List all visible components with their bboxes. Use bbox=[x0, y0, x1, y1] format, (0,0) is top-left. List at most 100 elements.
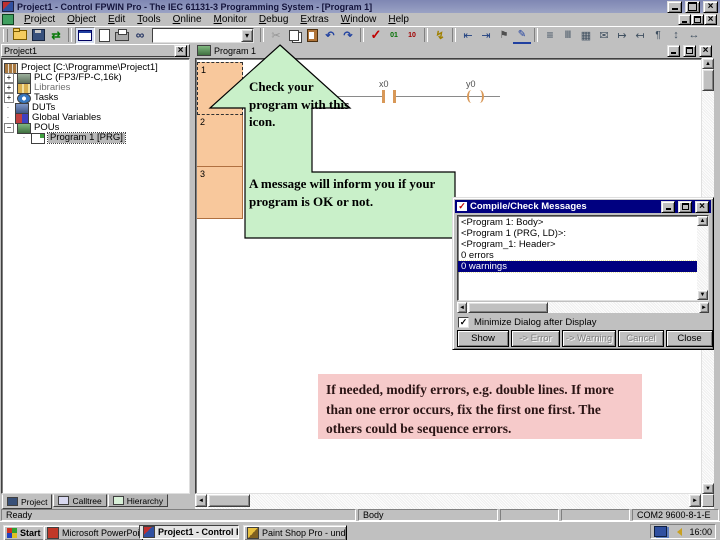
scroll-down-icon[interactable] bbox=[702, 483, 714, 494]
document-icon[interactable] bbox=[2, 14, 14, 25]
menu-debug[interactable]: Debug bbox=[253, 13, 294, 26]
entry-combobox-input[interactable] bbox=[153, 28, 241, 42]
check-program-icon[interactable] bbox=[367, 28, 385, 43]
close-button[interactable] bbox=[703, 0, 718, 13]
child-minimize-button[interactable] bbox=[678, 14, 691, 25]
message-line-selected[interactable]: 0 warnings bbox=[458, 260, 698, 273]
save-project-icon[interactable] bbox=[29, 28, 47, 43]
comments-icon[interactable] bbox=[649, 28, 667, 43]
maximize-button[interactable] bbox=[685, 0, 700, 13]
menu-monitor[interactable]: Monitor bbox=[208, 13, 253, 26]
menu-online[interactable]: Online bbox=[167, 13, 208, 26]
minimize-dialog-option[interactable]: Minimize Dialog after Display bbox=[458, 317, 596, 328]
start-button[interactable]: Start bbox=[3, 525, 47, 540]
edit-mode-icon[interactable] bbox=[513, 27, 531, 44]
import-export-icon[interactable] bbox=[47, 28, 65, 43]
copy-icon[interactable] bbox=[285, 28, 303, 43]
next-network-icon[interactable] bbox=[613, 28, 631, 43]
collapse-icon[interactable] bbox=[4, 123, 14, 133]
horizontal-scroll-thumb[interactable] bbox=[208, 494, 250, 507]
taskbar-item-fpwin-active[interactable]: Project1 - Control FP... bbox=[139, 525, 239, 539]
tree-item-plc[interactable]: PLC (FP3/FP-C,16k) bbox=[4, 72, 187, 84]
fit-height-icon[interactable] bbox=[667, 28, 685, 43]
tab-project[interactable]: Project bbox=[2, 494, 53, 509]
columns-icon[interactable] bbox=[559, 28, 577, 43]
menu-extras[interactable]: Extras bbox=[294, 13, 334, 26]
messages-vertical-scrollbar[interactable] bbox=[697, 216, 708, 300]
compile-all-icon[interactable] bbox=[403, 28, 421, 43]
paste-icon[interactable] bbox=[303, 28, 321, 43]
network-list-icon[interactable] bbox=[541, 28, 559, 43]
scroll-up-icon[interactable] bbox=[702, 58, 714, 69]
scroll-right-icon[interactable] bbox=[699, 302, 709, 313]
message-line[interactable]: 0 errors bbox=[458, 250, 697, 261]
checkbox-checked-icon[interactable] bbox=[458, 317, 469, 328]
expand-icon[interactable] bbox=[4, 73, 14, 83]
scroll-left-icon[interactable] bbox=[195, 494, 207, 507]
child-close-button[interactable] bbox=[704, 14, 717, 25]
previous-network-icon[interactable] bbox=[631, 28, 649, 43]
message-line[interactable]: <Program_1: Header> bbox=[458, 239, 697, 250]
outdent-icon[interactable] bbox=[459, 28, 477, 43]
horizontal-scrollbar[interactable] bbox=[195, 494, 714, 509]
redo-icon[interactable] bbox=[339, 28, 357, 43]
menu-project[interactable]: Project bbox=[18, 13, 61, 26]
child-restore-button[interactable] bbox=[691, 14, 704, 25]
goto-error-button[interactable]: -> Error bbox=[511, 330, 560, 347]
dialog-close-button[interactable] bbox=[695, 200, 709, 213]
new-document-icon[interactable] bbox=[95, 28, 113, 43]
toolbar-grip[interactable] bbox=[3, 28, 8, 42]
navigator-close-button[interactable] bbox=[174, 44, 187, 57]
volume-tray-icon[interactable] bbox=[673, 527, 682, 536]
coil-label[interactable]: y0 bbox=[466, 79, 476, 89]
cancel-button[interactable]: Cancel bbox=[618, 330, 664, 347]
editor-close-button[interactable] bbox=[699, 44, 712, 57]
find-icon[interactable] bbox=[131, 28, 149, 43]
taskbar-item-powerpoint[interactable]: Microsoft PowerPoint - [1... bbox=[43, 525, 143, 540]
messages-horizontal-scrollbar[interactable] bbox=[457, 302, 709, 313]
bookmark-flag-icon[interactable] bbox=[495, 28, 513, 43]
entry-combobox[interactable] bbox=[152, 27, 254, 43]
messages-list[interactable]: <Program 1: Body> <Program 1 (PRG, LD)>:… bbox=[457, 215, 709, 301]
dialog-title-bar[interactable]: ✓ Compile/Check Messages bbox=[455, 200, 711, 213]
menu-help[interactable]: Help bbox=[382, 13, 415, 26]
print-icon[interactable] bbox=[113, 28, 131, 43]
scroll-left-icon[interactable] bbox=[457, 302, 467, 313]
fit-width-icon[interactable] bbox=[685, 28, 703, 43]
open-project-icon[interactable] bbox=[11, 28, 29, 43]
compile-program-icon[interactable] bbox=[385, 28, 403, 43]
vertical-scroll-thumb[interactable] bbox=[702, 69, 714, 91]
grid-icon[interactable] bbox=[577, 28, 595, 43]
menu-edit[interactable]: Edit bbox=[102, 13, 131, 26]
show-button[interactable]: Show bbox=[457, 330, 509, 347]
tree-item-global-variables[interactable]: · Global Variables bbox=[4, 112, 187, 124]
dialog-maximize-button[interactable] bbox=[678, 200, 692, 213]
message-line[interactable]: <Program 1: Body> bbox=[458, 217, 697, 228]
menu-window[interactable]: Window bbox=[335, 13, 383, 26]
taskbar-item-paintshop[interactable]: Paint Shop Pro - und8... bbox=[243, 525, 347, 540]
minimize-button[interactable] bbox=[667, 0, 682, 13]
indent-icon[interactable] bbox=[477, 28, 495, 43]
editor-minimize-button[interactable] bbox=[667, 44, 680, 57]
tab-hierarchy[interactable]: Hierarchy bbox=[107, 494, 169, 507]
scroll-right-icon[interactable] bbox=[689, 494, 701, 507]
tree-item-libraries[interactable]: Libraries bbox=[4, 82, 187, 94]
menu-tools[interactable]: Tools bbox=[131, 13, 166, 26]
expand-icon[interactable] bbox=[4, 83, 14, 93]
scroll-down-icon[interactable] bbox=[697, 290, 708, 300]
dialog-minimize-button[interactable] bbox=[661, 200, 675, 213]
wizard-icon[interactable] bbox=[431, 28, 449, 43]
cut-icon[interactable] bbox=[267, 28, 285, 43]
scroll-up-icon[interactable] bbox=[697, 216, 708, 226]
undo-icon[interactable] bbox=[321, 28, 339, 43]
menu-object[interactable]: Object bbox=[61, 13, 102, 26]
goto-warning-button[interactable]: -> Warning bbox=[562, 330, 616, 347]
editor-restore-button[interactable] bbox=[683, 44, 696, 57]
horizontal-scroll-thumb[interactable] bbox=[468, 302, 548, 313]
network-tray-icon[interactable] bbox=[654, 526, 667, 537]
combobox-dropdown-icon[interactable] bbox=[241, 28, 253, 42]
project-window-icon[interactable] bbox=[75, 26, 95, 44]
message-line[interactable]: <Program 1 (PRG, LD)>: bbox=[458, 228, 697, 239]
close-dialog-button[interactable]: Close bbox=[666, 330, 713, 347]
tree-item-program1[interactable]: · Program 1 [PRG] bbox=[4, 132, 187, 144]
